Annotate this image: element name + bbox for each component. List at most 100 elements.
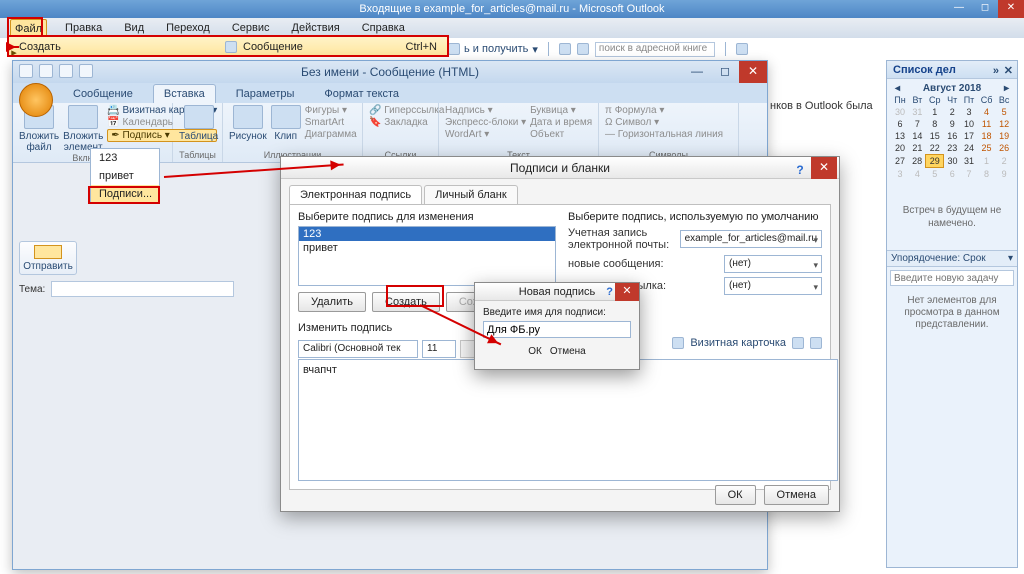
- dialog-help-icon[interactable]: ?: [791, 159, 809, 177]
- subject-label: Тема:: [19, 284, 45, 295]
- newmsg-label: новые сообщения:: [568, 258, 718, 270]
- hr-button[interactable]: — Горизонтальная линия: [605, 129, 723, 140]
- font-family-select[interactable]: Calibri (Основной тек: [298, 340, 418, 358]
- qat-redo-icon[interactable]: [59, 64, 73, 78]
- table-icon: [184, 105, 214, 129]
- account-select[interactable]: example_for_articles@mail.ru: [680, 230, 822, 248]
- menu-file[interactable]: Файл: [10, 19, 47, 37]
- ribbon-group-tables: Таблица Таблицы: [173, 103, 223, 162]
- signature-list-item[interactable]: привет: [299, 241, 555, 255]
- newsig-cancel-button[interactable]: Отмена: [550, 346, 586, 357]
- quickparts-button[interactable]: Экспресс-блоки ▾: [445, 117, 526, 128]
- bizcard-icon[interactable]: [672, 337, 684, 349]
- newsig-prompt: Введите имя для подписи:: [483, 307, 631, 318]
- hyperlink-button[interactable]: 🔗 Гиперссылка: [369, 105, 444, 116]
- compose-maximize-button[interactable]: ◻: [711, 61, 739, 83]
- subject-input[interactable]: [51, 281, 234, 297]
- new-signature-dialog: Новая подпись ? ✕ Введите имя для подпис…: [474, 282, 640, 370]
- file-menu-dropdown: Создать ▸ Сообщение Ctrl+N: [8, 36, 448, 57]
- font-size-select[interactable]: 11: [422, 340, 456, 358]
- menu-actions[interactable]: Действия: [288, 19, 344, 37]
- bookmark-button[interactable]: 🔖 Закладка: [369, 117, 444, 128]
- menu-edit[interactable]: Правка: [61, 19, 106, 37]
- newsig-help-icon[interactable]: ?: [606, 283, 613, 301]
- qat-save-icon[interactable]: [19, 64, 33, 78]
- signature-menu-item-2[interactable]: привет: [91, 167, 159, 185]
- signature-list-item[interactable]: 123: [299, 227, 555, 241]
- ribbon-group-links: 🔗 Гиперссылка 🔖 Закладка Ссылки: [363, 103, 439, 162]
- signature-listbox[interactable]: 123 привет: [298, 226, 556, 286]
- delete-signature-button[interactable]: Удалить: [298, 292, 366, 312]
- ribbon-group-text: Надпись ▾ Экспресс-блоки ▾ WordArt ▾ Бук…: [439, 103, 599, 162]
- wordart-button[interactable]: WordArt ▾: [445, 129, 526, 140]
- help-icon[interactable]: [736, 43, 748, 55]
- shapes-button[interactable]: Фигуры ▾: [305, 105, 357, 116]
- datetime-button[interactable]: Дата и время: [530, 117, 592, 128]
- sidebar-close-icon[interactable]: ✕: [1004, 62, 1013, 80]
- attach-item-button[interactable]: Вложить элемент: [63, 105, 103, 153]
- send-receive-button[interactable]: ь и получить ▾: [448, 43, 538, 56]
- minimize-button[interactable]: —: [946, 0, 972, 18]
- tab-message[interactable]: Сообщение: [63, 85, 143, 103]
- newmsg-select[interactable]: (нет): [724, 255, 822, 273]
- signature-editor[interactable]: вчапчт: [298, 359, 838, 481]
- newsig-close-button[interactable]: ✕: [615, 283, 639, 301]
- new-task-input[interactable]: [890, 270, 1014, 286]
- cal-month-label: Август 2018: [923, 83, 981, 94]
- image-icon[interactable]: [792, 337, 804, 349]
- calendar-grid[interactable]: ПнВтСрЧтПтСбВс30311234567891011121314151…: [891, 94, 1013, 180]
- menu-view[interactable]: Вид: [120, 19, 148, 37]
- ribbon-group-symbols: π Формула ▾ Ω Символ ▾ — Горизонтальная …: [599, 103, 739, 162]
- cal-next-icon[interactable]: ▸: [1004, 83, 1009, 94]
- file-menu-create[interactable]: Создать: [9, 41, 219, 53]
- compose-titlebar: Без имени - Сообщение (HTML) — ◻ ✕: [13, 61, 767, 83]
- signature-menu: 123 привет Подписи...: [90, 148, 160, 204]
- dialog-close-button[interactable]: ✕: [811, 157, 837, 179]
- clipart-button[interactable]: Клип: [271, 105, 301, 142]
- newsig-name-input[interactable]: [483, 321, 631, 338]
- qat-undo-icon[interactable]: [39, 64, 53, 78]
- reply-select[interactable]: (нет): [724, 277, 822, 295]
- signatures-cancel-button[interactable]: Отмена: [764, 485, 829, 505]
- bizcard-button[interactable]: Визитная карточка: [690, 337, 786, 349]
- chart-button[interactable]: Диаграмма: [305, 129, 357, 140]
- sidebar-chevrons-icon[interactable]: »: [993, 62, 999, 80]
- compose-close-button[interactable]: ✕: [739, 61, 767, 83]
- search-contact-icon[interactable]: [577, 43, 589, 55]
- menu-help[interactable]: Справка: [358, 19, 409, 37]
- no-events-text: Встреч в будущем не намечено.: [887, 184, 1017, 250]
- symbol-button[interactable]: Ω Символ ▾: [605, 117, 723, 128]
- addressbook-search-input[interactable]: поиск в адресной книге: [595, 42, 715, 57]
- smartart-button[interactable]: SmartArt: [305, 117, 357, 128]
- tab-stationery[interactable]: Личный бланк: [424, 185, 518, 204]
- tab-email-signature[interactable]: Электронная подпись: [289, 185, 422, 204]
- newsig-ok-button[interactable]: ОК: [528, 346, 542, 357]
- cal-prev-icon[interactable]: ◂: [895, 83, 900, 94]
- close-button[interactable]: ✕: [998, 0, 1024, 18]
- tab-format[interactable]: Формат текста: [314, 85, 409, 103]
- formula-button[interactable]: π Формула ▾: [605, 105, 723, 116]
- send-button[interactable]: Отправить: [19, 241, 77, 275]
- textbox-button[interactable]: Надпись ▾: [445, 105, 526, 116]
- object-button[interactable]: Объект: [530, 129, 592, 140]
- signature-menu-signatures[interactable]: Подписи...: [91, 185, 159, 203]
- tab-options[interactable]: Параметры: [226, 85, 305, 103]
- compose-minimize-button[interactable]: —: [683, 61, 711, 83]
- dropcap-button[interactable]: Буквица ▾: [530, 105, 592, 116]
- file-menu-new-message[interactable]: Сообщение Ctrl+N: [219, 41, 447, 53]
- link-icon[interactable]: [810, 337, 822, 349]
- menu-tools[interactable]: Сервис: [228, 19, 274, 37]
- table-button[interactable]: Таблица: [179, 105, 218, 142]
- menu-go[interactable]: Переход: [162, 19, 214, 37]
- qat-more-icon[interactable]: [79, 64, 93, 78]
- tab-insert[interactable]: Вставка: [153, 84, 216, 103]
- picture-button[interactable]: Рисунок: [229, 105, 267, 142]
- signatures-ok-button[interactable]: ОК: [715, 485, 756, 505]
- tasks-sort-header[interactable]: Упорядочение: Срок ▾: [887, 251, 1017, 267]
- addressbook-icon[interactable]: [559, 43, 571, 55]
- signatures-dialog-tabs: Электронная подпись Личный бланк: [281, 179, 839, 204]
- office-button[interactable]: [19, 83, 53, 117]
- maximize-button[interactable]: ◻: [972, 0, 998, 18]
- outlook-title: Входящие в example_for_articles@mail.ru …: [359, 3, 664, 15]
- signature-menu-item-1[interactable]: 123: [91, 149, 159, 167]
